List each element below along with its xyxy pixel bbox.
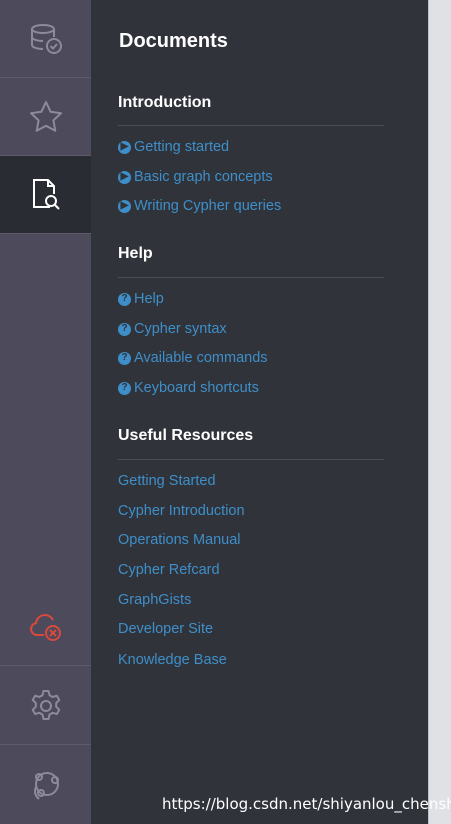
question-circle-icon: ? xyxy=(118,381,131,395)
link-cypher-syntax[interactable]: ? Cypher syntax xyxy=(118,321,227,337)
link-knowledge-base[interactable]: Knowledge Base xyxy=(118,652,227,668)
link-graphgists[interactable]: GraphGists xyxy=(118,592,191,608)
link-getting-started[interactable]: ▶ Getting started xyxy=(118,139,229,155)
link-basic-graph-concepts[interactable]: ▶ Basic graph concepts xyxy=(118,169,273,185)
favorites-button[interactable] xyxy=(0,78,91,156)
sidebar-rail xyxy=(0,0,91,824)
cloud-disconnected-icon xyxy=(29,613,61,641)
link-developer-site[interactable]: Developer Site xyxy=(118,621,213,637)
documents-button[interactable] xyxy=(0,156,91,234)
documents-drawer: Documents Introduction ▶ Getting started… xyxy=(91,0,428,824)
divider xyxy=(118,459,384,460)
link-getting-started-resource[interactable]: Getting Started xyxy=(118,473,216,489)
settings-button[interactable] xyxy=(0,667,91,745)
question-circle-icon: ? xyxy=(118,292,131,306)
watermark: https://blog.csdn.net/shiyanlou_chenshi xyxy=(162,795,451,813)
play-circle-icon: ▶ xyxy=(118,170,131,184)
divider xyxy=(118,277,384,278)
play-circle-icon: ▶ xyxy=(118,140,131,154)
link-cypher-introduction[interactable]: Cypher Introduction xyxy=(118,503,245,519)
connection-status-button[interactable] xyxy=(0,588,91,666)
star-icon xyxy=(29,100,62,132)
link-cypher-refcard[interactable]: Cypher Refcard xyxy=(118,562,220,578)
database-button[interactable] xyxy=(0,0,91,78)
section-title-useful-resources: Useful Resources xyxy=(118,427,254,444)
link-keyboard-shortcuts[interactable]: ? Keyboard shortcuts xyxy=(118,380,259,396)
about-button[interactable] xyxy=(0,746,91,824)
link-operations-manual[interactable]: Operations Manual xyxy=(118,532,241,548)
database-icon xyxy=(30,23,62,54)
link-available-commands[interactable]: ? Available commands xyxy=(118,350,268,366)
question-circle-icon: ? xyxy=(118,322,131,336)
question-circle-icon: ? xyxy=(118,351,131,365)
main-area-edge xyxy=(428,0,451,824)
divider xyxy=(118,125,384,126)
play-circle-icon: ▶ xyxy=(118,199,131,213)
section-title-help: Help xyxy=(118,245,153,262)
gear-icon xyxy=(31,689,60,720)
neo4j-logo-icon xyxy=(33,772,59,800)
drawer-title: Documents xyxy=(119,30,228,52)
section-title-introduction: Introduction xyxy=(118,94,212,111)
link-help[interactable]: ? Help xyxy=(118,291,164,307)
document-search-icon xyxy=(32,178,60,210)
link-writing-cypher-queries[interactable]: ▶ Writing Cypher queries xyxy=(118,198,281,214)
